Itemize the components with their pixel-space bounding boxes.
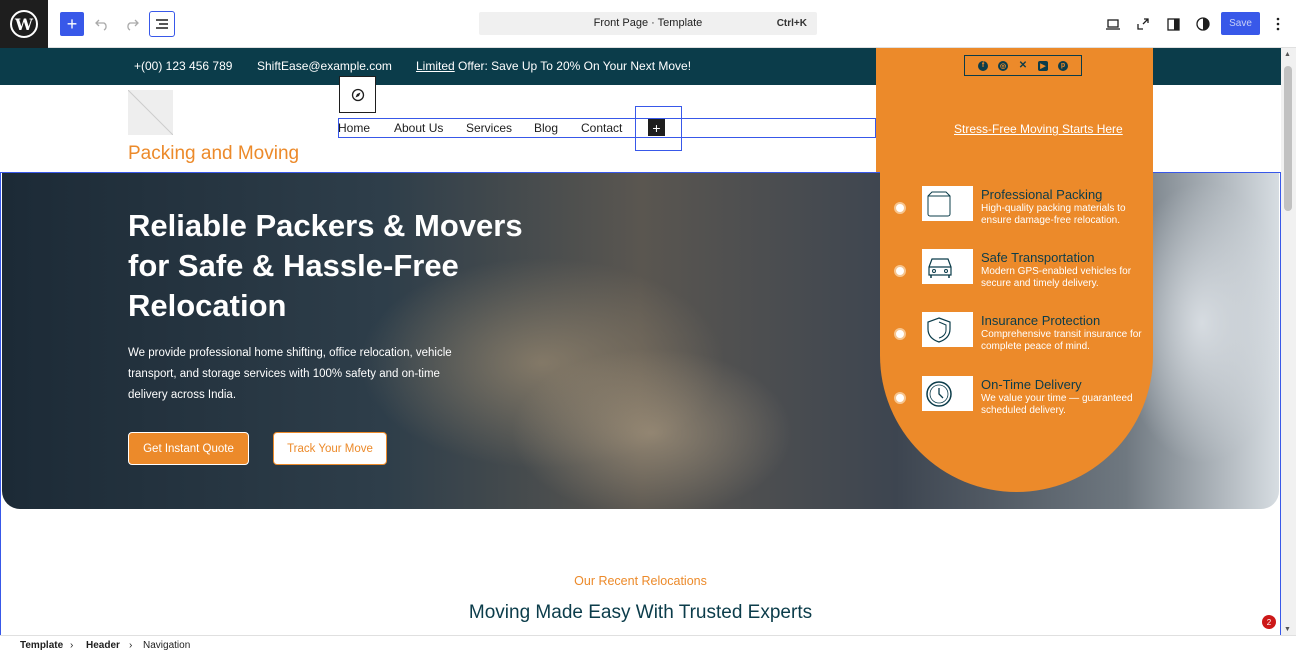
site-logo-placeholder[interactable] (128, 90, 173, 135)
feature-description[interactable]: Comprehensive transit insurance for comp… (981, 329, 1146, 353)
nav-item-blog[interactable]: Blog (534, 121, 558, 135)
navigation-block-icon[interactable] (339, 76, 376, 113)
x-icon[interactable]: ✕ (1018, 60, 1028, 71)
document-title: Front Page · Template (593, 17, 703, 29)
redo-icon[interactable] (120, 12, 144, 36)
nav-item-services[interactable]: Services (466, 121, 512, 135)
feature-title[interactable]: Safe Transportation (981, 250, 1094, 265)
notification-badge[interactable]: 2 (1262, 615, 1276, 629)
chevron-right-icon: › (70, 640, 74, 651)
feature-description[interactable]: We value your time — guaranteed schedule… (981, 393, 1146, 417)
scroll-up-icon[interactable]: ▲ (1284, 51, 1291, 58)
feature-description[interactable]: High-quality packing materials to ensure… (981, 203, 1146, 227)
shortcut-hint: Ctrl+K (776, 18, 807, 29)
clock-icon (922, 376, 973, 411)
feature-bullet (894, 202, 906, 214)
recent-section-kicker[interactable]: Our Recent Relocations (0, 574, 1281, 588)
offer-text: Offer: Save Up To 20% On Your Next Move! (458, 59, 692, 73)
undo-icon[interactable] (90, 12, 114, 36)
hero-title[interactable]: Reliable Packers & Movers for Safe & Has… (128, 206, 568, 326)
box-icon (922, 186, 973, 221)
breadcrumb-item-template[interactable]: Template (20, 640, 63, 651)
settings-sidebar-icon[interactable] (1161, 12, 1185, 36)
recent-section-title[interactable]: Moving Made Easy With Trusted Experts (0, 600, 1281, 626)
phone-number[interactable]: +(00) 123 456 789 (134, 59, 232, 73)
wordpress-logo-icon[interactable]: W (0, 0, 48, 48)
facebook-icon[interactable]: f (978, 60, 988, 71)
feature-item: On-Time Delivery We value your time — gu… (880, 376, 1153, 426)
chevron-right-icon: › (129, 640, 133, 651)
feature-item: Safe Transportation Modern GPS-enabled v… (880, 249, 1153, 299)
list-view-icon[interactable] (149, 11, 175, 37)
canvas-scrollbar[interactable]: ▲ ▼ (1281, 48, 1296, 635)
feature-title[interactable]: Professional Packing (981, 187, 1102, 202)
add-block-button[interactable]: + (60, 12, 84, 36)
block-breadcrumb: Template › Header › Navigation (0, 635, 1296, 654)
save-button[interactable]: Save (1221, 12, 1260, 35)
feature-item: Insurance Protection Comprehensive trans… (880, 312, 1153, 362)
nav-item-contact[interactable]: Contact (581, 121, 622, 135)
feature-bullet (894, 328, 906, 340)
shield-icon (922, 312, 973, 347)
breadcrumb-item-header[interactable]: Header (86, 640, 120, 651)
scroll-thumb[interactable] (1284, 66, 1292, 211)
offer-highlight[interactable]: Limited (416, 59, 455, 73)
pinterest-icon[interactable]: p (1058, 60, 1068, 71)
breadcrumb-item-navigation[interactable]: Navigation (143, 640, 190, 651)
get-quote-button[interactable]: Get Instant Quote (128, 432, 249, 465)
nav-item-home[interactable]: Home (338, 121, 370, 135)
feature-item: Professional Packing High-quality packin… (880, 186, 1153, 236)
header-cta-link[interactable]: Stress-Free Moving Starts Here (954, 122, 1123, 136)
truck-icon (922, 249, 973, 284)
social-icons: f ◎ ✕ ▶ p (964, 55, 1082, 76)
desktop-preview-icon[interactable] (1101, 12, 1125, 36)
editor-toolbar: W + Front Page · Template Ctrl+K Save (0, 0, 1296, 48)
styles-icon[interactable] (1191, 12, 1215, 36)
options-menu-icon[interactable] (1266, 12, 1290, 36)
instagram-icon[interactable]: ◎ (998, 60, 1008, 71)
feature-description[interactable]: Modern GPS-enabled vehicles for secure a… (981, 266, 1146, 290)
site-title[interactable]: Packing and Moving (128, 143, 299, 165)
email-address[interactable]: ShiftEase@example.com (257, 59, 392, 73)
add-nav-item-button[interactable]: + (648, 119, 665, 136)
external-link-icon[interactable] (1131, 12, 1155, 36)
feature-bullet (894, 265, 906, 277)
editor-canvas: +(00) 123 456 789 ShiftEase@example.com … (0, 48, 1281, 635)
features-panel: Professional Packing High-quality packin… (880, 172, 1153, 492)
track-move-button[interactable]: Track Your Move (273, 432, 387, 465)
nav-item-about[interactable]: About Us (394, 121, 443, 135)
feature-bullet (894, 392, 906, 404)
scroll-down-icon[interactable]: ▼ (1284, 626, 1291, 633)
offer-banner: Limited Offer: Save Up To 20% On Your Ne… (416, 59, 691, 73)
feature-title[interactable]: On-Time Delivery (981, 377, 1082, 392)
hero-description[interactable]: We provide professional home shifting, o… (128, 343, 473, 406)
feature-title[interactable]: Insurance Protection (981, 313, 1100, 328)
command-palette-button[interactable]: Front Page · Template Ctrl+K (479, 12, 817, 35)
svg-text:W: W (14, 15, 34, 34)
youtube-icon[interactable]: ▶ (1038, 60, 1048, 71)
